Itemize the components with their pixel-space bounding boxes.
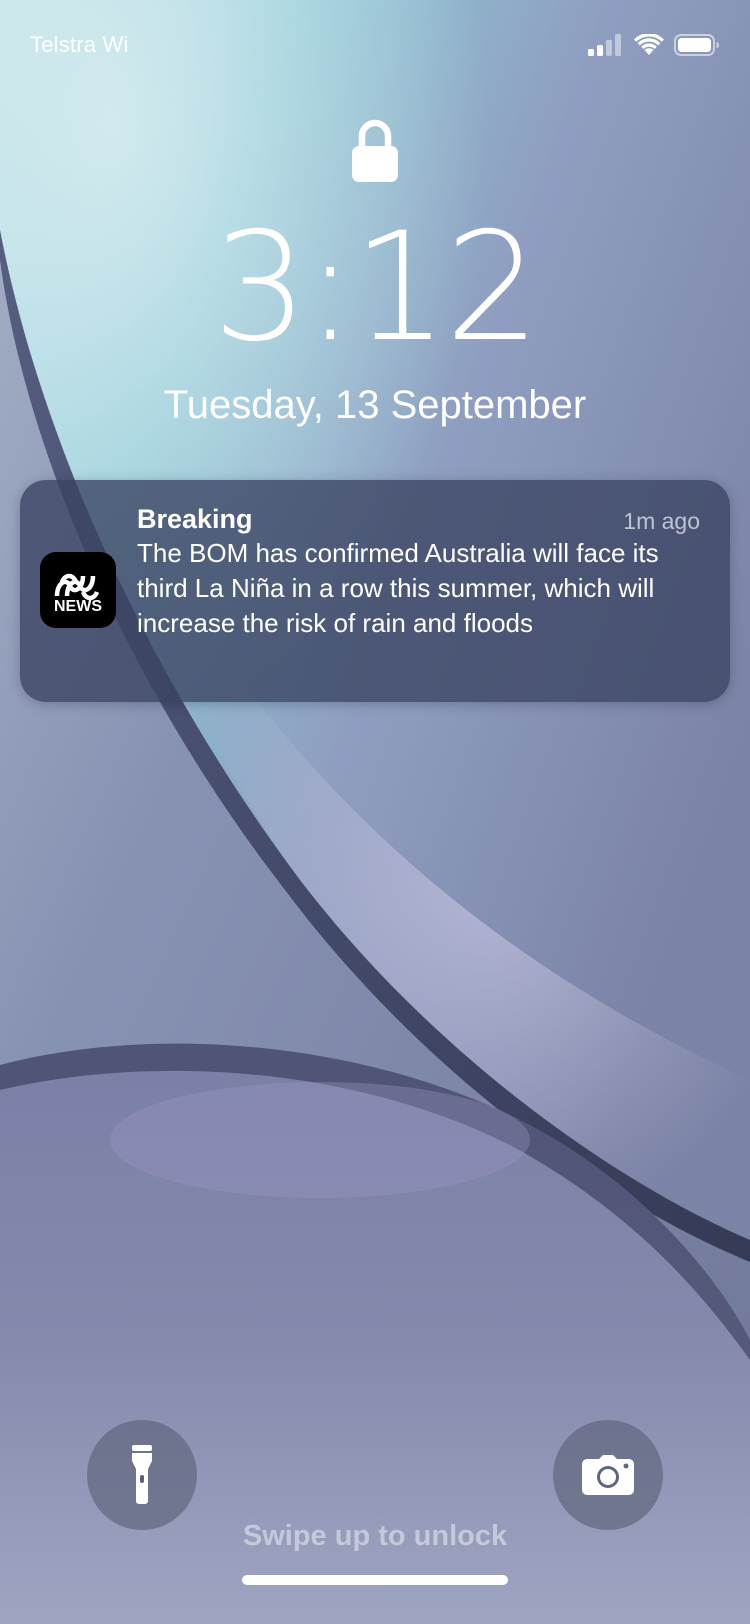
lock-screen-date: Tuesday, 13 September bbox=[163, 383, 587, 427]
swipe-up-hint: Swipe up to unlock bbox=[242, 1520, 508, 1552]
app-icon-label: NEWS bbox=[54, 598, 102, 615]
flashlight-icon bbox=[132, 1445, 152, 1504]
abc-news-app-icon: NEWS bbox=[40, 552, 116, 628]
notification-timestamp: 1m ago bbox=[623, 508, 700, 534]
notification-card[interactable]: NEWS Breaking 1m ago The BOM has confirm… bbox=[20, 480, 730, 702]
lock-icon bbox=[352, 119, 398, 182]
lock-screen-time: 3:12 bbox=[212, 201, 541, 375]
battery-icon bbox=[674, 34, 719, 56]
cellular-signal-icon bbox=[588, 34, 621, 56]
home-indicator[interactable] bbox=[242, 1575, 508, 1585]
flashlight-button[interactable] bbox=[87, 1420, 197, 1530]
notification-body: The BOM has confirmed Australia will fac… bbox=[137, 538, 659, 638]
notification-title: Breaking bbox=[137, 504, 253, 534]
abc-logo-icon bbox=[54, 573, 100, 601]
camera-button[interactable] bbox=[553, 1420, 663, 1530]
carrier-name: Telstra Wi bbox=[30, 32, 129, 57]
wifi-icon bbox=[634, 34, 664, 55]
camera-icon bbox=[582, 1455, 634, 1495]
status-icons bbox=[588, 30, 720, 60]
